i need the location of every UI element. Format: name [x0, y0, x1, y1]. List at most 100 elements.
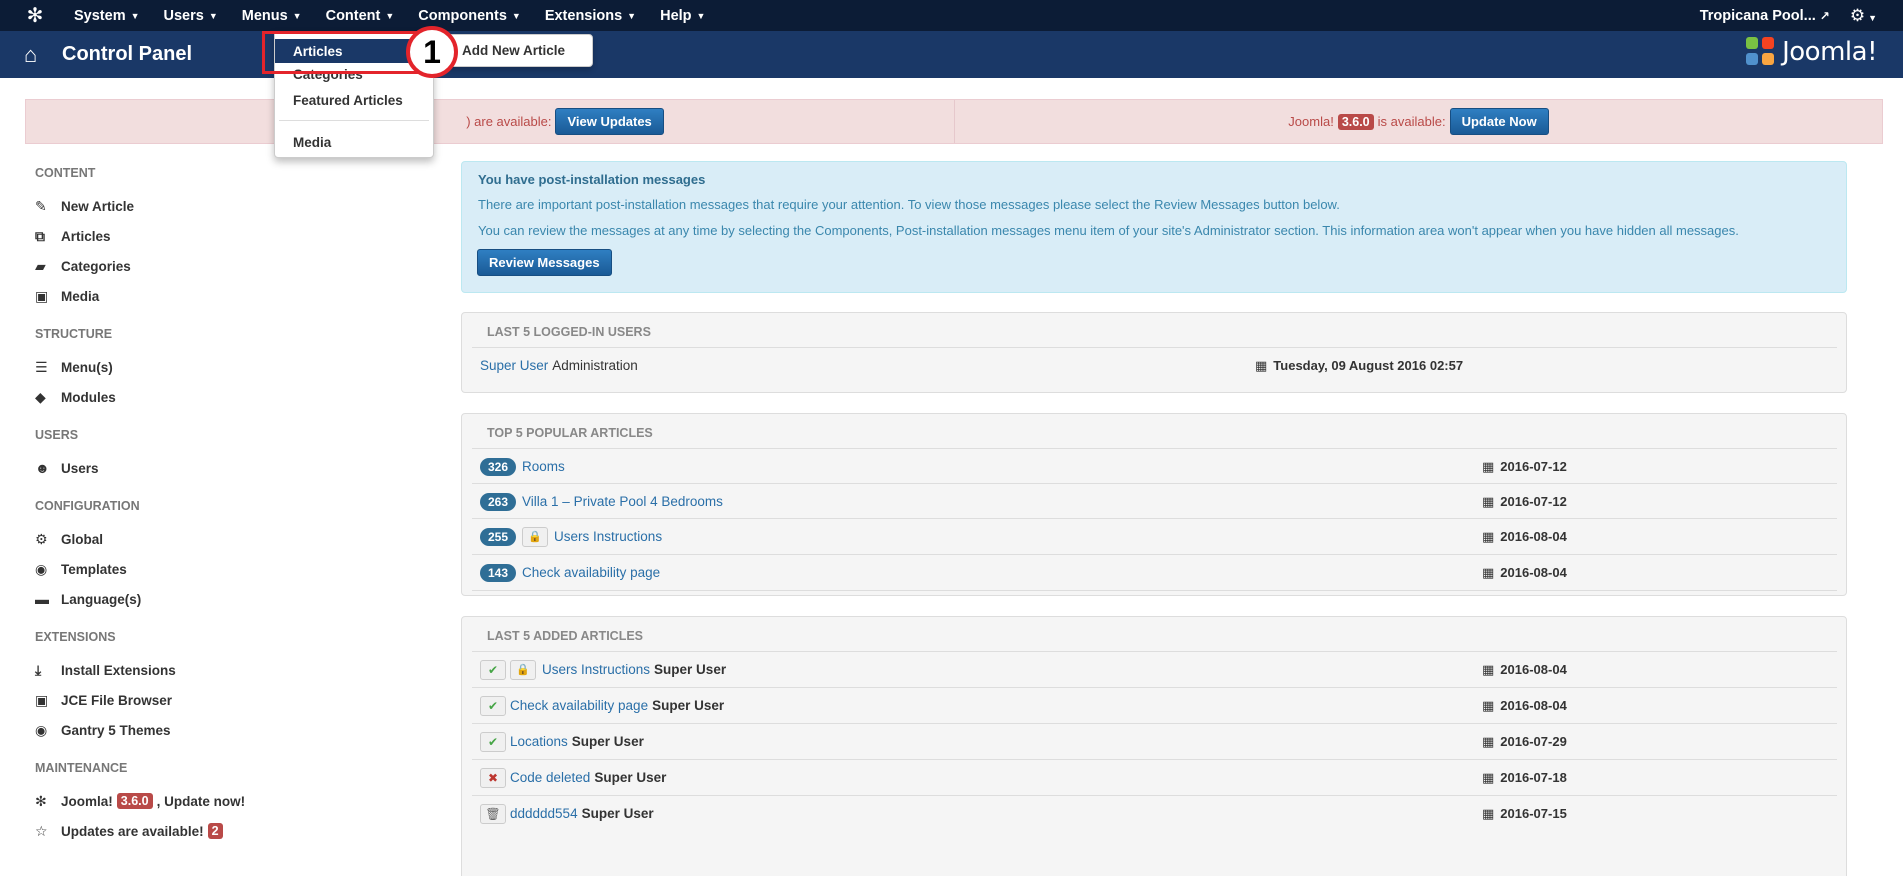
- sidebar-item-categories[interactable]: ▰ Categories: [35, 256, 131, 276]
- update-now-button[interactable]: Update Now: [1449, 108, 1549, 135]
- sidebar-section-maintenance: MAINTENANCE: [35, 761, 128, 775]
- caret-down-icon: ▼: [292, 10, 302, 21]
- date-text: 2016-07-18: [1500, 770, 1567, 785]
- article-link[interactable]: Code deleted: [510, 770, 590, 785]
- sidebar-section-structure: STRUCTURE: [35, 327, 113, 341]
- login-date: ▦ Tuesday, 09 August 2016 02:57: [1255, 358, 1463, 374]
- image-icon: ▣: [35, 691, 49, 708]
- comments-icon: ▬: [35, 591, 49, 607]
- postinstall-messages: You have post-installation messages Ther…: [461, 161, 1847, 293]
- top-right: Tropicana Pool... ↗ ⚙ ▼: [1700, 0, 1903, 31]
- calendar-icon: ▦: [1482, 805, 1495, 821]
- calendar-icon: ▦: [1482, 528, 1495, 544]
- sidebar-item-joomla-update[interactable]: ✻ Joomla! 3.6.0, Update now!: [35, 791, 245, 811]
- gear-icon: ⚙: [35, 530, 48, 547]
- sidebar-item-label: Templates: [61, 561, 127, 577]
- article-link[interactable]: dddddd554: [510, 806, 578, 821]
- pencil-icon: ✎: [35, 197, 47, 214]
- menu-content[interactable]: Content ▼: [314, 0, 407, 31]
- article-link[interactable]: Locations: [510, 734, 568, 749]
- dropdown-item-featured-articles[interactable]: Featured Articles: [275, 88, 433, 112]
- caret-down-icon: ▼: [696, 10, 706, 21]
- article-link[interactable]: Check availability page: [522, 565, 660, 580]
- trash-icon[interactable]: 🗑: [480, 803, 506, 824]
- table-row: 255 🔒 Users Instructions ▦ 2016-08-04: [472, 518, 1837, 554]
- calendar-icon: ▦: [1482, 733, 1495, 749]
- sidebar-item-users[interactable]: ☻ Users: [35, 458, 99, 478]
- caret-down-icon: ▼: [511, 10, 521, 21]
- date-text: 2016-08-04: [1500, 565, 1567, 580]
- menu-help[interactable]: Help ▼: [648, 0, 717, 31]
- download-icon: ⤓: [35, 661, 42, 678]
- review-messages-button[interactable]: Review Messages: [477, 249, 612, 276]
- sidebar-item-label: Modules: [61, 389, 116, 405]
- unpublished-x-icon[interactable]: ✖: [480, 767, 506, 788]
- sidebar-section-content: CONTENT: [35, 166, 96, 180]
- sidebar-item-label: Media: [61, 288, 100, 304]
- menu-label: Components: [418, 7, 507, 24]
- joomla-logo-mark: [1746, 37, 1776, 67]
- published-check-icon[interactable]: ✔: [480, 695, 506, 716]
- settings-menu[interactable]: ⚙ ▼: [1850, 6, 1903, 26]
- top-navbar: ✻ System ▼ Users ▼ Menus ▼ Content ▼ Compone…: [0, 0, 1903, 31]
- menu-label: Menus: [241, 7, 288, 24]
- alert-suffix: is available:: [1377, 114, 1446, 129]
- article-link[interactable]: Rooms: [522, 459, 565, 474]
- view-updates-button[interactable]: View Updates: [555, 108, 664, 135]
- sidebar-item-label: Gantry 5 Themes: [61, 722, 171, 738]
- menu-extensions[interactable]: Extensions ▼: [533, 0, 648, 31]
- step-number-badge: 1: [406, 26, 458, 78]
- menu-menus[interactable]: Menus ▼: [230, 0, 314, 31]
- sidebar-item-modules[interactable]: ◆ Modules: [35, 387, 116, 407]
- sidebar-item-install-extensions[interactable]: ⤓ Install Extensions: [35, 660, 176, 680]
- sidebar-item-templates[interactable]: ◉ Templates: [35, 559, 127, 579]
- date-text: 2016-07-12: [1500, 494, 1567, 509]
- dropdown-item-media[interactable]: Media: [275, 130, 433, 154]
- article-link[interactable]: Check availability page: [510, 698, 648, 713]
- postinstall-line-1: There are important post-installation me…: [478, 197, 1340, 212]
- article-link[interactable]: Users Instructions: [542, 662, 650, 677]
- date-text: 2016-07-29: [1500, 734, 1567, 749]
- joomla-update-alert: Joomla! 3.6.0 is available: Update Now: [954, 100, 1882, 143]
- caret-down-icon: ▼: [208, 10, 218, 21]
- row-divider: [472, 590, 1837, 591]
- lock-icon[interactable]: 🔒: [510, 659, 536, 680]
- joomla-icon[interactable]: ✻: [18, 3, 52, 28]
- published-check-icon[interactable]: ✔: [480, 659, 506, 680]
- dropdown-divider: [279, 120, 429, 121]
- calendar-icon: ▦: [1482, 697, 1495, 713]
- sidebar-section-extensions: EXTENSIONS: [35, 630, 116, 644]
- sidebar-item-new-article[interactable]: ✎ New Article: [35, 196, 134, 216]
- article-date: ▦ 2016-07-12: [1482, 459, 1567, 475]
- menu-system[interactable]: System ▼: [62, 0, 152, 31]
- menu-users[interactable]: Users ▼: [152, 0, 230, 31]
- lock-icon[interactable]: 🔒: [522, 526, 549, 547]
- article-date: ▦ 2016-08-04: [1482, 529, 1567, 545]
- calendar-icon: ▦: [1482, 769, 1495, 785]
- table-row: Super User Administration ▦ Tuesday, 09 Au…: [472, 347, 1837, 383]
- date-text: Tuesday, 09 August 2016 02:57: [1273, 358, 1464, 373]
- sidebar-item-updates-available[interactable]: ☆ Updates are available! 2: [35, 821, 227, 841]
- article-author: Super User: [581, 806, 654, 821]
- user-link[interactable]: Super User: [480, 358, 548, 373]
- sidebar-item-jce-file-browser[interactable]: ▣ JCE File Browser: [35, 690, 172, 710]
- table-row: ✔ 🔒 Users Instructions Super User ▦ 2016-08-…: [472, 651, 1837, 687]
- date-text: 2016-08-04: [1500, 662, 1567, 677]
- sidebar-item-menus[interactable]: ☰ Menu(s): [35, 357, 113, 377]
- home-icon: ⌂: [24, 41, 38, 67]
- table-row: 326 Rooms ▦ 2016-07-12: [472, 448, 1837, 484]
- sidebar-item-label: Language(s): [61, 591, 142, 607]
- site-link[interactable]: Tropicana Pool... ↗: [1700, 8, 1850, 24]
- published-check-icon[interactable]: ✔: [480, 731, 506, 752]
- table-row: 🗑 dddddd554 Super User ▦ 2016-07-15: [472, 795, 1837, 831]
- sidebar-item-gantry-themes[interactable]: ◉ Gantry 5 Themes: [35, 720, 171, 740]
- sidebar-section-users: USERS: [35, 428, 79, 442]
- sidebar-item-media[interactable]: ▣ Media: [35, 286, 99, 306]
- article-link[interactable]: Users Instructions: [554, 529, 662, 544]
- submenu-add-new-article[interactable]: Add New Article: [435, 34, 593, 67]
- sidebar-item-articles[interactable]: ⧉ Articles: [35, 226, 111, 246]
- article-link[interactable]: Villa 1 – Private Pool 4 Bedrooms: [522, 494, 723, 509]
- sidebar-item-global[interactable]: ⚙ Global: [35, 529, 103, 549]
- copy-icon: ⧉: [35, 227, 45, 244]
- sidebar-item-languages[interactable]: ▬ Language(s): [35, 589, 141, 609]
